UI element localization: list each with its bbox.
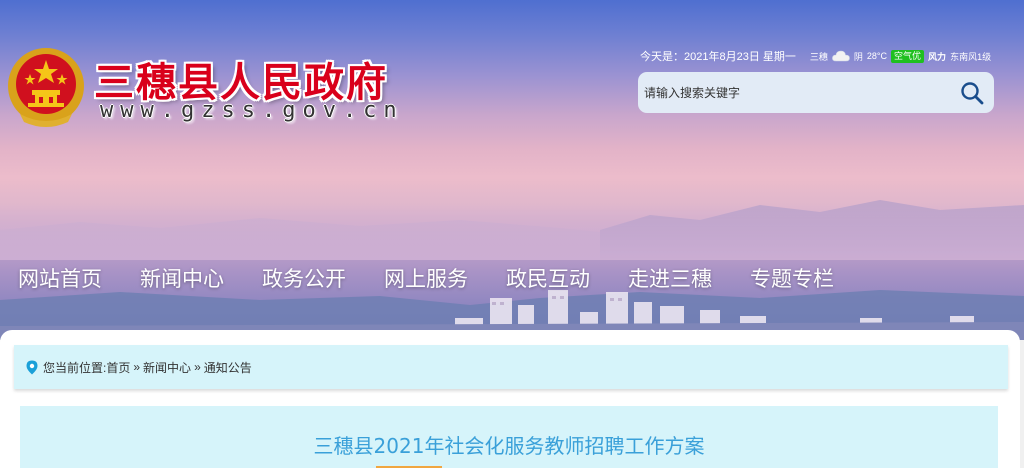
site-domain: www.gzss.gov.cn bbox=[100, 98, 404, 123]
location-pin-icon bbox=[26, 360, 38, 374]
search-icon bbox=[961, 81, 984, 104]
date-text: 今天是：2021年8月23日 星期一 bbox=[640, 51, 796, 63]
nav-item-news[interactable]: 新闻中心 bbox=[140, 263, 224, 293]
nav-item-online-services[interactable]: 网上服务 bbox=[384, 263, 468, 293]
breadcrumb-prefix: 您当前位置: bbox=[43, 360, 107, 375]
nav-item-topics[interactable]: 专题专栏 bbox=[750, 263, 834, 293]
main-nav: 网站首页 新闻中心 政务公开 网上服务 政民互动 走进三穗 专题专栏 bbox=[0, 258, 1024, 298]
nav-item-gov-affairs[interactable]: 政务公开 bbox=[262, 263, 346, 293]
search-button[interactable] bbox=[958, 79, 986, 107]
wind-value: 东南风1级 bbox=[950, 51, 992, 62]
breadcrumb-news[interactable]: 新闻中心 bbox=[143, 359, 191, 376]
article-title: 三穗县2021年社会化服务教师招聘工作方案 bbox=[313, 434, 705, 458]
weather-city: 三穗 bbox=[809, 51, 828, 62]
breadcrumb-notices[interactable]: 通知公告 bbox=[204, 359, 252, 376]
cloud-icon bbox=[832, 50, 850, 62]
search-box bbox=[638, 72, 994, 113]
wind-label: 风力 bbox=[928, 51, 947, 62]
breadcrumb-separator: » bbox=[194, 360, 201, 374]
info-bar: 今天是：2021年8月23日 星期一 三穗 阴 28°C 空气优 风力 东南风1… bbox=[640, 48, 991, 64]
air-quality-badge: 空气优 bbox=[891, 49, 925, 63]
nav-item-home[interactable]: 网站首页 bbox=[18, 263, 102, 293]
weather-condition: 阴 bbox=[853, 51, 863, 62]
breadcrumb: 您当前位置: 首页 » 新闻中心 » 通知公告 bbox=[14, 345, 1008, 389]
search-input[interactable] bbox=[644, 85, 958, 100]
breadcrumb-separator: » bbox=[133, 360, 141, 374]
article-header: 三穗县2021年社会化服务教师招聘工作方案 bbox=[20, 406, 998, 468]
header-banner: 三穗县人民政府 www.gzss.gov.cn 今天是：2021年8月23日 星… bbox=[0, 0, 1024, 340]
nav-item-interaction[interactable]: 政民互动 bbox=[506, 263, 590, 293]
temperature: 28°C bbox=[866, 51, 888, 61]
breadcrumb-home[interactable]: 首页 bbox=[106, 359, 130, 376]
national-emblem-icon bbox=[8, 48, 84, 127]
nav-item-about[interactable]: 走进三穗 bbox=[628, 263, 712, 293]
